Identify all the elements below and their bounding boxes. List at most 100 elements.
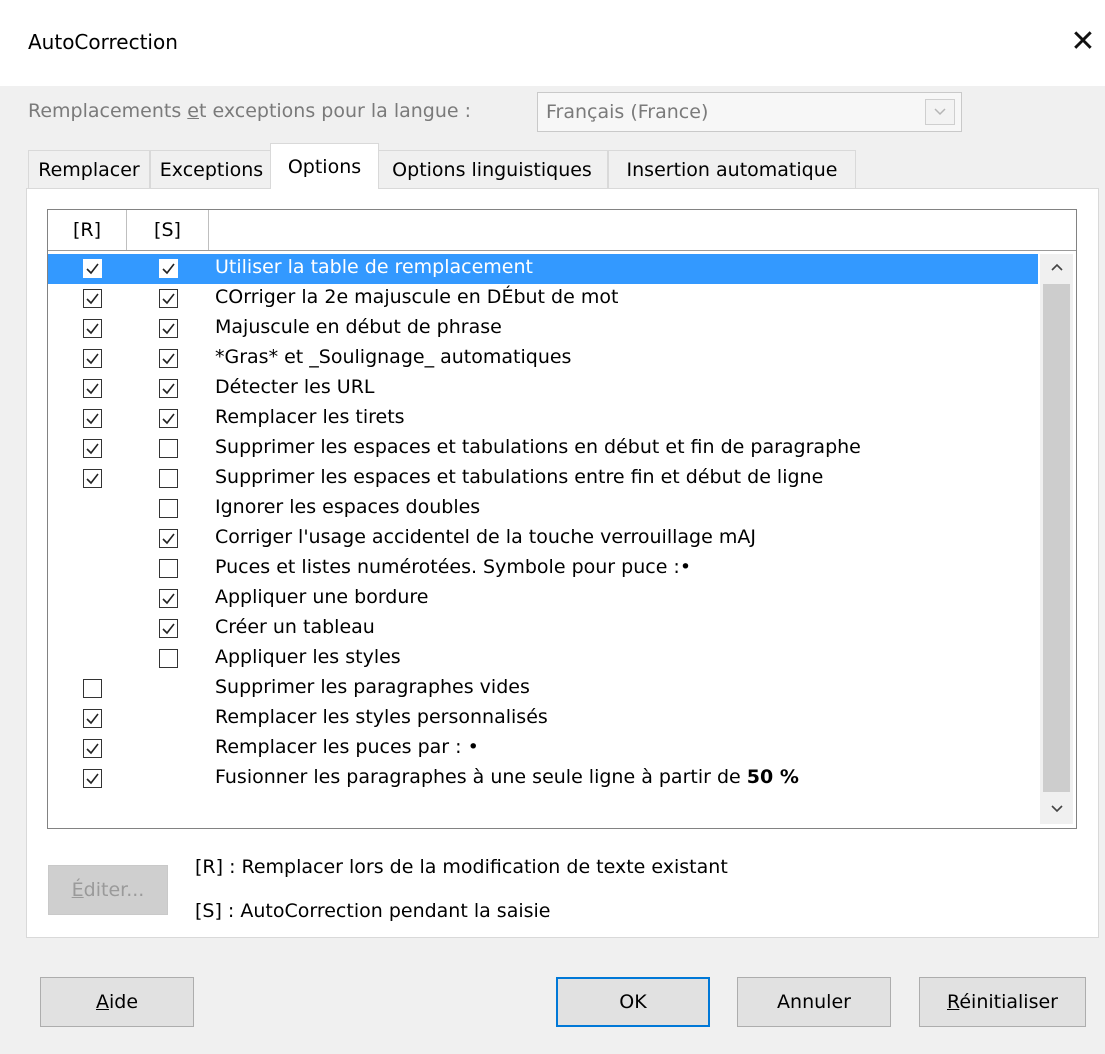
dialog-title: AutoCorrection bbox=[28, 30, 178, 54]
checkbox-r[interactable] bbox=[83, 409, 102, 428]
cancel-button[interactable]: Annuler bbox=[737, 977, 891, 1027]
checkbox-r[interactable] bbox=[83, 259, 102, 278]
checkbox-s[interactable] bbox=[159, 439, 178, 458]
scroll-down-icon[interactable] bbox=[1040, 796, 1073, 824]
option-label: Créer un tableau bbox=[215, 616, 375, 638]
checkbox-s[interactable] bbox=[159, 379, 178, 398]
checkbox-s[interactable] bbox=[159, 559, 178, 578]
column-header-s[interactable]: [S] bbox=[127, 210, 209, 250]
option-row[interactable]: Appliquer une bordure bbox=[48, 584, 1038, 614]
checkbox-s[interactable] bbox=[159, 649, 178, 668]
option-label: Appliquer les styles bbox=[215, 646, 401, 668]
tab-remplacer[interactable]: Remplacer bbox=[28, 150, 150, 188]
option-row[interactable]: Remplacer les tirets bbox=[48, 404, 1038, 434]
option-label-text: Utiliser la table de remplacement bbox=[215, 256, 533, 278]
tab-options-linguistiques[interactable]: Options linguistiques bbox=[376, 150, 608, 188]
checkbox-r[interactable] bbox=[83, 319, 102, 338]
checkbox-r[interactable] bbox=[83, 739, 102, 758]
column-header-r[interactable]: [R] bbox=[48, 210, 127, 250]
checkbox-s[interactable] bbox=[159, 499, 178, 518]
option-row[interactable]: Détecter les URL bbox=[48, 374, 1038, 404]
option-label: Remplacer les styles personnalisés bbox=[215, 706, 548, 728]
checkbox-r[interactable] bbox=[83, 349, 102, 368]
checkbox-r[interactable] bbox=[83, 439, 102, 458]
title-bar: AutoCorrection ✕ bbox=[0, 0, 1105, 86]
option-label-text: Corriger l'usage accidentel de la touche… bbox=[215, 526, 756, 548]
option-label: Remplacer les puces par : • bbox=[215, 736, 479, 758]
checkbox-s[interactable] bbox=[159, 469, 178, 488]
option-label: Supprimer les paragraphes vides bbox=[215, 676, 530, 698]
edit-button[interactable]: Éditer... bbox=[48, 865, 168, 915]
legend-s: [S] : AutoCorrection pendant la saisie bbox=[195, 900, 551, 922]
option-row[interactable]: Créer un tableau bbox=[48, 614, 1038, 644]
checkbox-r[interactable] bbox=[83, 379, 102, 398]
option-row[interactable]: Corriger l'usage accidentel de la touche… bbox=[48, 524, 1038, 554]
language-label: Remplacements et exceptions pour la lang… bbox=[28, 100, 472, 122]
checkbox-s[interactable] bbox=[159, 409, 178, 428]
option-label-text: Supprimer les paragraphes vides bbox=[215, 676, 530, 698]
option-row[interactable]: COrriger la 2e majuscule en DÉbut de mot bbox=[48, 284, 1038, 314]
checkbox-s[interactable] bbox=[159, 319, 178, 338]
option-row[interactable]: Supprimer les espaces et tabulations ent… bbox=[48, 464, 1038, 494]
ok-button[interactable]: OK bbox=[556, 977, 710, 1027]
option-row[interactable]: Supprimer les paragraphes vides bbox=[48, 674, 1038, 704]
reset-button[interactable]: Réinitialiser bbox=[919, 977, 1086, 1027]
option-label: Ignorer les espaces doubles bbox=[215, 496, 480, 518]
checkbox-s[interactable] bbox=[159, 259, 178, 278]
option-row[interactable]: Majuscule en début de phrase bbox=[48, 314, 1038, 344]
close-icon[interactable]: ✕ bbox=[1066, 22, 1100, 62]
option-label-text: Appliquer les styles bbox=[215, 646, 401, 668]
checkbox-s[interactable] bbox=[159, 529, 178, 548]
option-label: Fusionner les paragraphes à une seule li… bbox=[215, 766, 799, 788]
option-label-text: Supprimer les espaces et tabulations ent… bbox=[215, 466, 824, 488]
checkbox-s[interactable] bbox=[159, 619, 178, 638]
option-label: Utiliser la table de remplacement bbox=[215, 256, 533, 278]
checkbox-r[interactable] bbox=[83, 709, 102, 728]
option-label-text: Fusionner les paragraphes à une seule li… bbox=[215, 766, 747, 788]
option-row[interactable]: Fusionner les paragraphes à une seule li… bbox=[48, 764, 1038, 794]
option-label-text: Majuscule en début de phrase bbox=[215, 316, 502, 338]
column-header-label[interactable] bbox=[209, 210, 1076, 250]
option-row[interactable]: Puces et listes numérotées. Symbole pour… bbox=[48, 554, 1038, 584]
option-label-text: Remplacer les puces par : • bbox=[215, 736, 479, 758]
tab-exceptions[interactable]: Exceptions bbox=[150, 150, 273, 188]
options-list[interactable]: [R] [S] Utiliser la table de remplacemen… bbox=[47, 209, 1077, 829]
scroll-up-icon[interactable] bbox=[1040, 254, 1073, 282]
tab-insertion-automatique[interactable]: Insertion automatique bbox=[608, 150, 856, 188]
option-row[interactable]: Supprimer les espaces et tabulations en … bbox=[48, 434, 1038, 464]
checkbox-r[interactable] bbox=[83, 289, 102, 308]
checkbox-s[interactable] bbox=[159, 589, 178, 608]
chevron-down-icon[interactable] bbox=[925, 99, 955, 125]
option-row[interactable]: Ignorer les espaces doubles bbox=[48, 494, 1038, 524]
option-label: Appliquer une bordure bbox=[215, 586, 428, 608]
option-label-text: Puces et listes numérotées. Symbole pour… bbox=[215, 556, 692, 578]
option-row[interactable]: Remplacer les styles personnalisés bbox=[48, 704, 1038, 734]
tab-options[interactable]: Options bbox=[270, 143, 379, 189]
help-button[interactable]: Aide bbox=[40, 977, 194, 1027]
scrollbar-thumb[interactable] bbox=[1043, 284, 1070, 792]
legend-r: [R] : Remplacer lors de la modification … bbox=[195, 856, 728, 878]
option-label-text: Remplacer les tirets bbox=[215, 406, 405, 428]
checkbox-s[interactable] bbox=[159, 289, 178, 308]
option-label-text: Appliquer une bordure bbox=[215, 586, 429, 608]
option-label: COrriger la 2e majuscule en DÉbut de mot bbox=[215, 286, 618, 308]
checkbox-s[interactable] bbox=[159, 349, 178, 368]
option-label: Puces et listes numérotées. Symbole pour… bbox=[215, 556, 691, 578]
option-label-text: *Gras* et _Soulignage_ automatiques bbox=[215, 346, 572, 368]
option-label-text: Ignorer les espaces doubles bbox=[215, 496, 481, 518]
option-label-text: COrriger la 2e majuscule en DÉbut de mot bbox=[215, 286, 619, 308]
option-label-text: Détecter les URL bbox=[215, 376, 375, 398]
option-label-value[interactable]: 50 % bbox=[747, 766, 799, 788]
option-row[interactable]: *Gras* et _Soulignage_ automatiques bbox=[48, 344, 1038, 374]
language-select[interactable]: Français (France) bbox=[537, 92, 962, 132]
option-label: Majuscule en début de phrase bbox=[215, 316, 502, 338]
option-label-text: Créer un tableau bbox=[215, 616, 375, 638]
option-label-text: Remplacer les styles personnalisés bbox=[215, 706, 548, 728]
checkbox-r[interactable] bbox=[83, 679, 102, 698]
option-row[interactable]: Remplacer les puces par : • bbox=[48, 734, 1038, 764]
vertical-scrollbar[interactable] bbox=[1040, 254, 1073, 824]
checkbox-r[interactable] bbox=[83, 469, 102, 488]
checkbox-r[interactable] bbox=[83, 769, 102, 788]
option-row[interactable]: Utiliser la table de remplacement bbox=[48, 254, 1038, 284]
option-row[interactable]: Appliquer les styles bbox=[48, 644, 1038, 674]
